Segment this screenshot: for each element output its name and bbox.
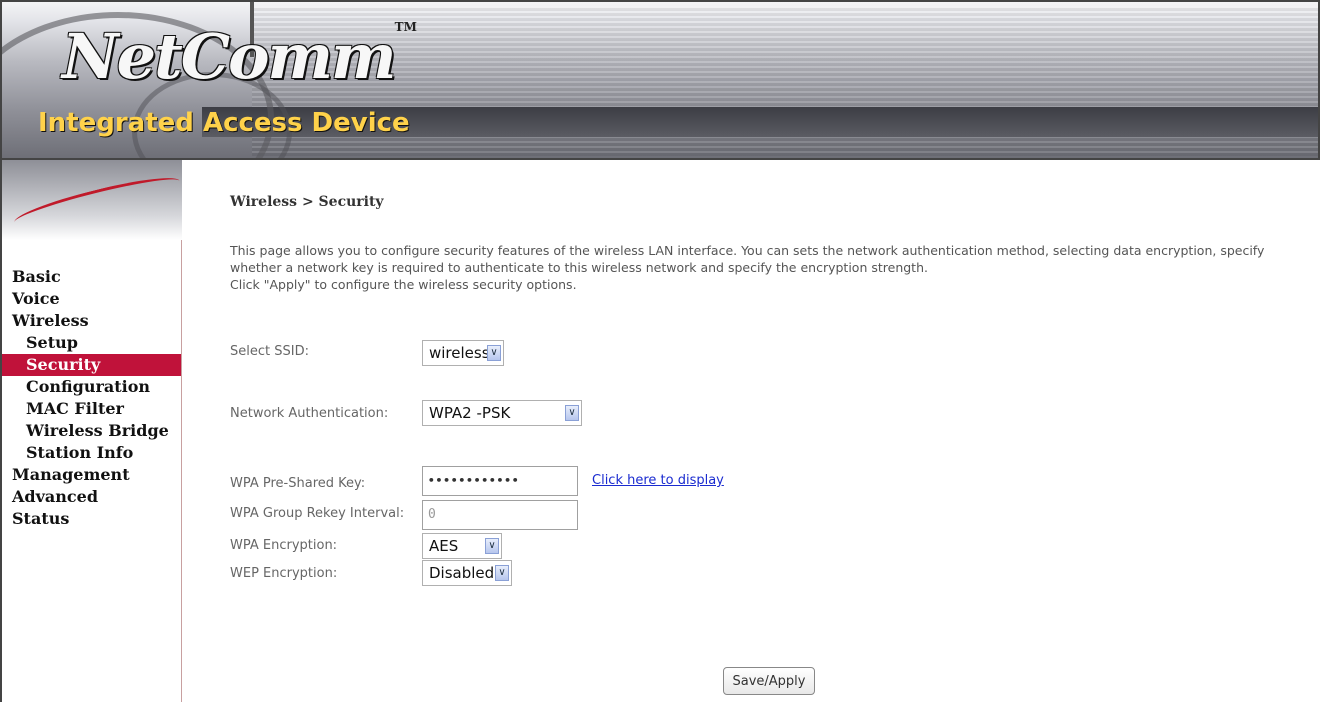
chevron-down-icon: ∨ [565,405,579,421]
psk-label: WPA Pre-Shared Key: [230,476,366,491]
sidebar-item-status[interactable]: Status [2,508,181,530]
sidebar-item-wireless-bridge[interactable]: Wireless Bridge [2,420,181,442]
sidebar-item-advanced[interactable]: Advanced [2,486,181,508]
sidebar-item-station-info[interactable]: Station Info [2,442,181,464]
ssid-label: Select SSID: [230,344,309,359]
wep-encryption-value: Disabled [429,564,495,582]
sidebar-swoosh [2,160,182,240]
brand-name: NetComm [62,20,397,93]
main-content: Wireless > Security This page allows you… [230,160,1310,702]
wep-encryption-select[interactable]: Disabled ∨ [422,560,512,586]
ssid-select[interactable]: wireless ∨ [422,340,504,366]
sidebar-item-setup[interactable]: Setup [2,332,181,354]
description-text: This page allows you to configure securi… [230,243,1265,275]
wpa-encryption-label: WPA Encryption: [230,538,338,553]
sidebar-item-management[interactable]: Management [2,464,181,486]
sidebar-item-security[interactable]: Security [2,354,181,376]
rekey-label: WPA Group Rekey Interval: [230,506,405,521]
network-auth-label: Network Authentication: [230,406,389,421]
brand-tagline: Integrated Access Device [38,108,410,138]
network-auth-select[interactable]: WPA2 -PSK ∨ [422,400,582,426]
network-auth-value: WPA2 -PSK [429,404,511,422]
sidebar: Basic Voice Wireless Setup Security Conf… [0,160,182,702]
sidebar-nav: Basic Voice Wireless Setup Security Conf… [2,266,181,530]
wpa-encryption-value: AES [429,537,459,555]
page-description: This page allows you to configure securi… [230,242,1305,293]
sidebar-item-voice[interactable]: Voice [2,288,181,310]
sidebar-item-wireless[interactable]: Wireless [2,310,181,332]
chevron-down-icon: ∨ [495,565,509,581]
sidebar-item-mac-filter[interactable]: MAC Filter [2,398,181,420]
sidebar-item-configuration[interactable]: Configuration [2,376,181,398]
breadcrumb: Wireless > Security [230,194,384,210]
chevron-down-icon: ∨ [485,538,499,554]
description-apply-hint: Click "Apply" to configure the wireless … [230,277,577,292]
brand-logo: NetCommTM [62,20,417,93]
display-key-link[interactable]: Click here to display [592,473,724,488]
header-banner: NetCommTM Integrated Access Device [0,0,1320,160]
psk-input[interactable]: •••••••••••• [422,466,578,496]
chevron-down-icon: ∨ [487,345,501,361]
wep-encryption-label: WEP Encryption: [230,566,338,581]
sidebar-item-basic[interactable]: Basic [2,266,181,288]
wpa-encryption-select[interactable]: AES ∨ [422,533,502,559]
trademark: TM [394,20,417,34]
ssid-value: wireless [429,344,490,362]
rekey-interval-input[interactable]: 0 [422,500,578,530]
save-apply-button[interactable]: Save/Apply [723,667,815,695]
